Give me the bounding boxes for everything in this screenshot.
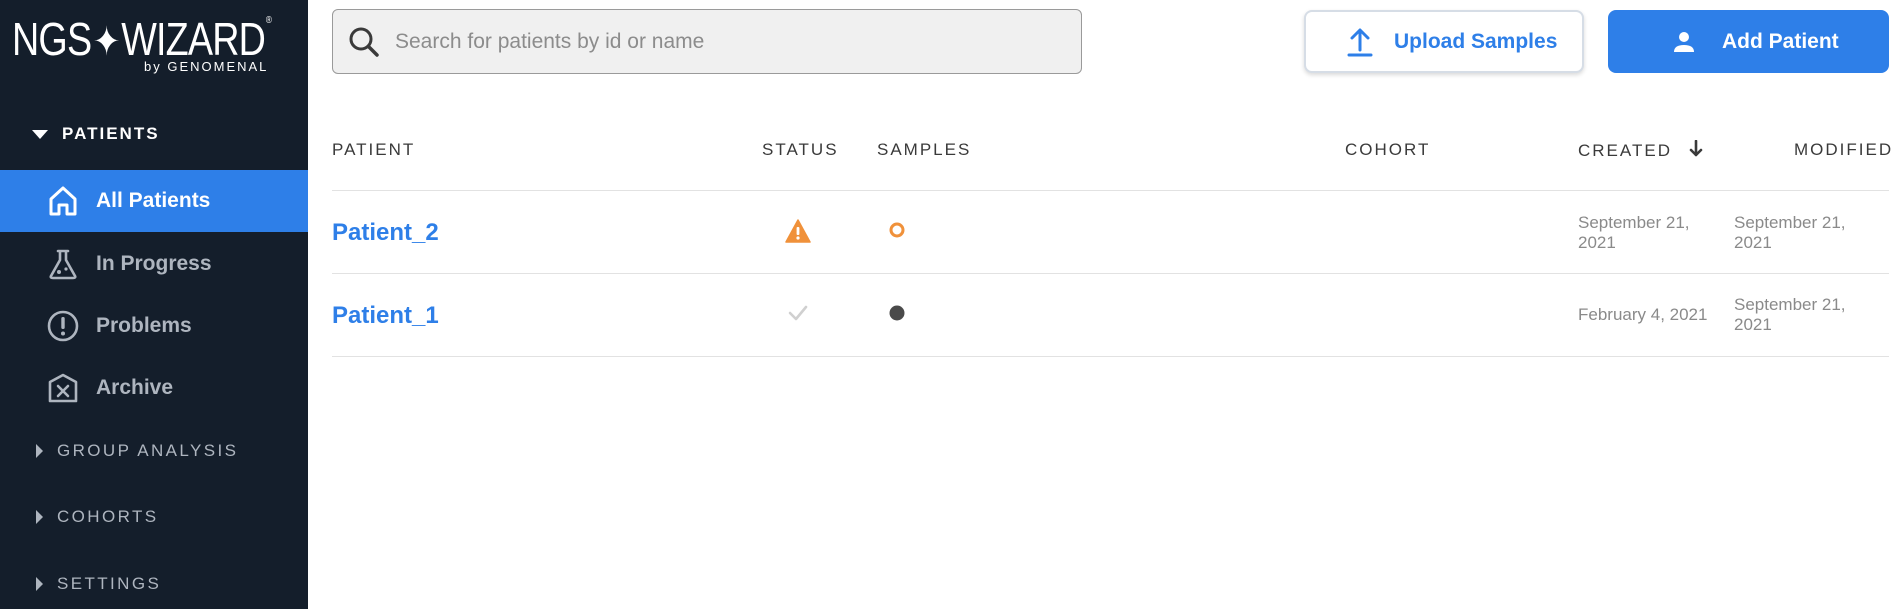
- sample-pending-icon[interactable]: [888, 221, 906, 239]
- main-content: Upload Samples Add Patient PATIENT STATU…: [308, 0, 1901, 609]
- sidebar-item-in-progress[interactable]: In Progress: [0, 233, 308, 295]
- sidebar-item-all-patients[interactable]: All Patients: [0, 170, 308, 232]
- sidebar: NGS✦WIZARD® by GENOMENAL PATIENTS All Pa…: [0, 0, 308, 609]
- add-patient-button[interactable]: Add Patient: [1608, 10, 1889, 73]
- column-header-modified[interactable]: MODIFIED: [1794, 140, 1893, 160]
- column-header-created[interactable]: CREATED: [1578, 139, 1703, 161]
- sidebar-item-label: Archive: [96, 376, 174, 399]
- column-header-patient[interactable]: PATIENT: [332, 140, 415, 160]
- column-header-created-label: CREATED: [1578, 141, 1672, 160]
- person-icon: [1674, 31, 1694, 52]
- column-header-status[interactable]: STATUS: [762, 140, 839, 160]
- sort-arrow-down-icon: [1689, 139, 1703, 157]
- section-group-analysis-toggle[interactable]: GROUP ANALYSIS: [0, 431, 308, 471]
- search-bar: [332, 9, 1082, 74]
- modified-date: September 21, 2021: [1734, 295, 1846, 334]
- caret-right-icon: [36, 444, 43, 458]
- column-header-samples[interactable]: SAMPLES: [877, 140, 971, 160]
- section-settings-label: SETTINGS: [57, 574, 162, 593]
- patient-link[interactable]: Patient_1: [332, 302, 439, 330]
- caret-right-icon: [36, 577, 43, 591]
- section-patients-label: PATIENTS: [62, 124, 160, 143]
- warning-icon: [785, 219, 811, 243]
- section-group-analysis-label: GROUP ANALYSIS: [57, 441, 239, 460]
- section-settings-toggle[interactable]: SETTINGS: [0, 564, 308, 604]
- caret-right-icon: [36, 510, 43, 524]
- upload-samples-label: Upload Samples: [1394, 29, 1558, 53]
- section-patients-toggle[interactable]: PATIENTS: [0, 114, 308, 154]
- archive-icon: [46, 371, 80, 405]
- sample-complete-icon[interactable]: [888, 304, 906, 322]
- sidebar-item-label: All Patients: [96, 189, 211, 212]
- checkmark-icon: [788, 305, 808, 321]
- exclamation-circle-icon: [46, 309, 80, 343]
- sidebar-item-label: In Progress: [96, 252, 212, 275]
- section-cohorts-label: COHORTS: [57, 507, 159, 526]
- created-date: September 21, 2021: [1578, 213, 1690, 252]
- patient-link[interactable]: Patient_2: [332, 219, 439, 247]
- sidebar-item-archive[interactable]: Archive: [0, 357, 308, 419]
- created-date: February 4, 2021: [1578, 305, 1708, 324]
- search-input[interactable]: [395, 29, 1035, 54]
- app-window: NGS✦WIZARD® by GENOMENAL PATIENTS All Pa…: [0, 0, 1901, 609]
- upload-icon: [1347, 28, 1373, 56]
- logo-wordmark: NGS✦WIZARD®: [12, 13, 272, 65]
- row-divider: [332, 273, 1889, 274]
- caret-down-icon: [32, 129, 48, 139]
- column-header-cohort[interactable]: COHORT: [1345, 140, 1430, 160]
- section-cohorts-toggle[interactable]: COHORTS: [0, 497, 308, 537]
- modified-date: September 21, 2021: [1734, 213, 1846, 252]
- sidebar-item-problems[interactable]: Problems: [0, 295, 308, 357]
- logo[interactable]: NGS✦WIZARD® by GENOMENAL: [12, 13, 292, 75]
- flask-icon: [46, 247, 80, 281]
- upload-samples-button[interactable]: Upload Samples: [1304, 10, 1584, 73]
- row-divider: [332, 356, 1889, 357]
- home-icon: [46, 184, 80, 218]
- add-patient-label: Add Patient: [1722, 29, 1839, 53]
- search-icon: [349, 27, 379, 57]
- table-header-divider: [332, 190, 1889, 191]
- logo-byline: by GENOMENAL: [144, 59, 269, 74]
- sidebar-item-label: Problems: [96, 314, 192, 337]
